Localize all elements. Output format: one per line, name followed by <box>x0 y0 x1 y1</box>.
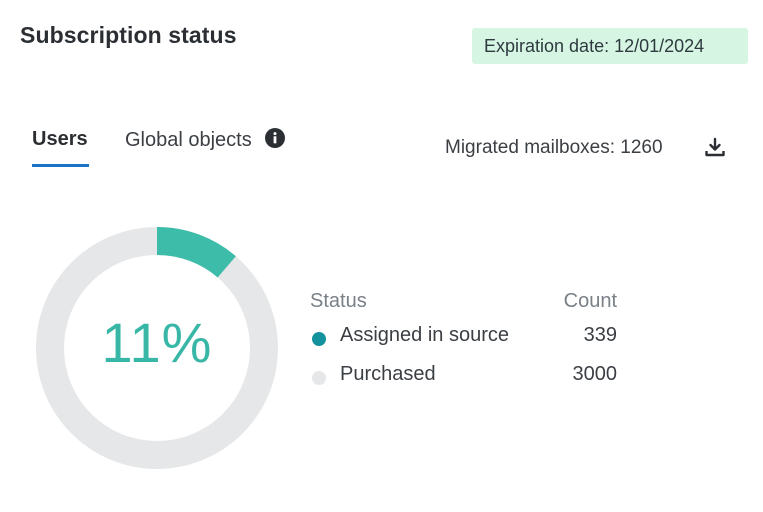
card-title: Subscription status <box>20 22 237 48</box>
tab-global-objects-label: Global objects <box>125 129 252 151</box>
legend-header-count: Count <box>563 290 617 312</box>
download-icon[interactable] <box>703 136 727 160</box>
legend-header-status: Status <box>310 290 367 312</box>
active-tab-indicator <box>32 164 89 167</box>
tab-global-objects[interactable]: Global objects <box>125 128 286 152</box>
expiration-badge: Expiration date: 12/01/2024 <box>472 28 748 64</box>
tab-users[interactable]: Users <box>32 128 89 167</box>
tab-users-label: Users <box>32 128 88 150</box>
migrated-mailboxes: Migrated mailboxes: 1260 <box>445 137 663 158</box>
subscription-status-card: Subscription status Expiration date: 12/… <box>0 0 763 512</box>
legend-count-assigned: 339 <box>583 324 617 346</box>
legend-header: Status Count <box>310 290 620 318</box>
legend-dot-assigned <box>312 332 326 346</box>
legend-label-assigned: Assigned in source <box>340 324 509 346</box>
donut-slice-assigned <box>157 227 236 278</box>
legend-count-purchased: 3000 <box>572 363 618 385</box>
status-legend: Status Count Assigned in source 339 Purc… <box>310 290 620 396</box>
donut-center-percent: 11% <box>101 311 213 374</box>
legend-row-purchased: Purchased 3000 <box>310 357 620 396</box>
legend-row-assigned: Assigned in source 339 <box>310 318 620 357</box>
info-icon[interactable] <box>265 128 286 148</box>
legend-dot-purchased <box>312 371 326 385</box>
legend-label-purchased: Purchased <box>340 363 436 385</box>
